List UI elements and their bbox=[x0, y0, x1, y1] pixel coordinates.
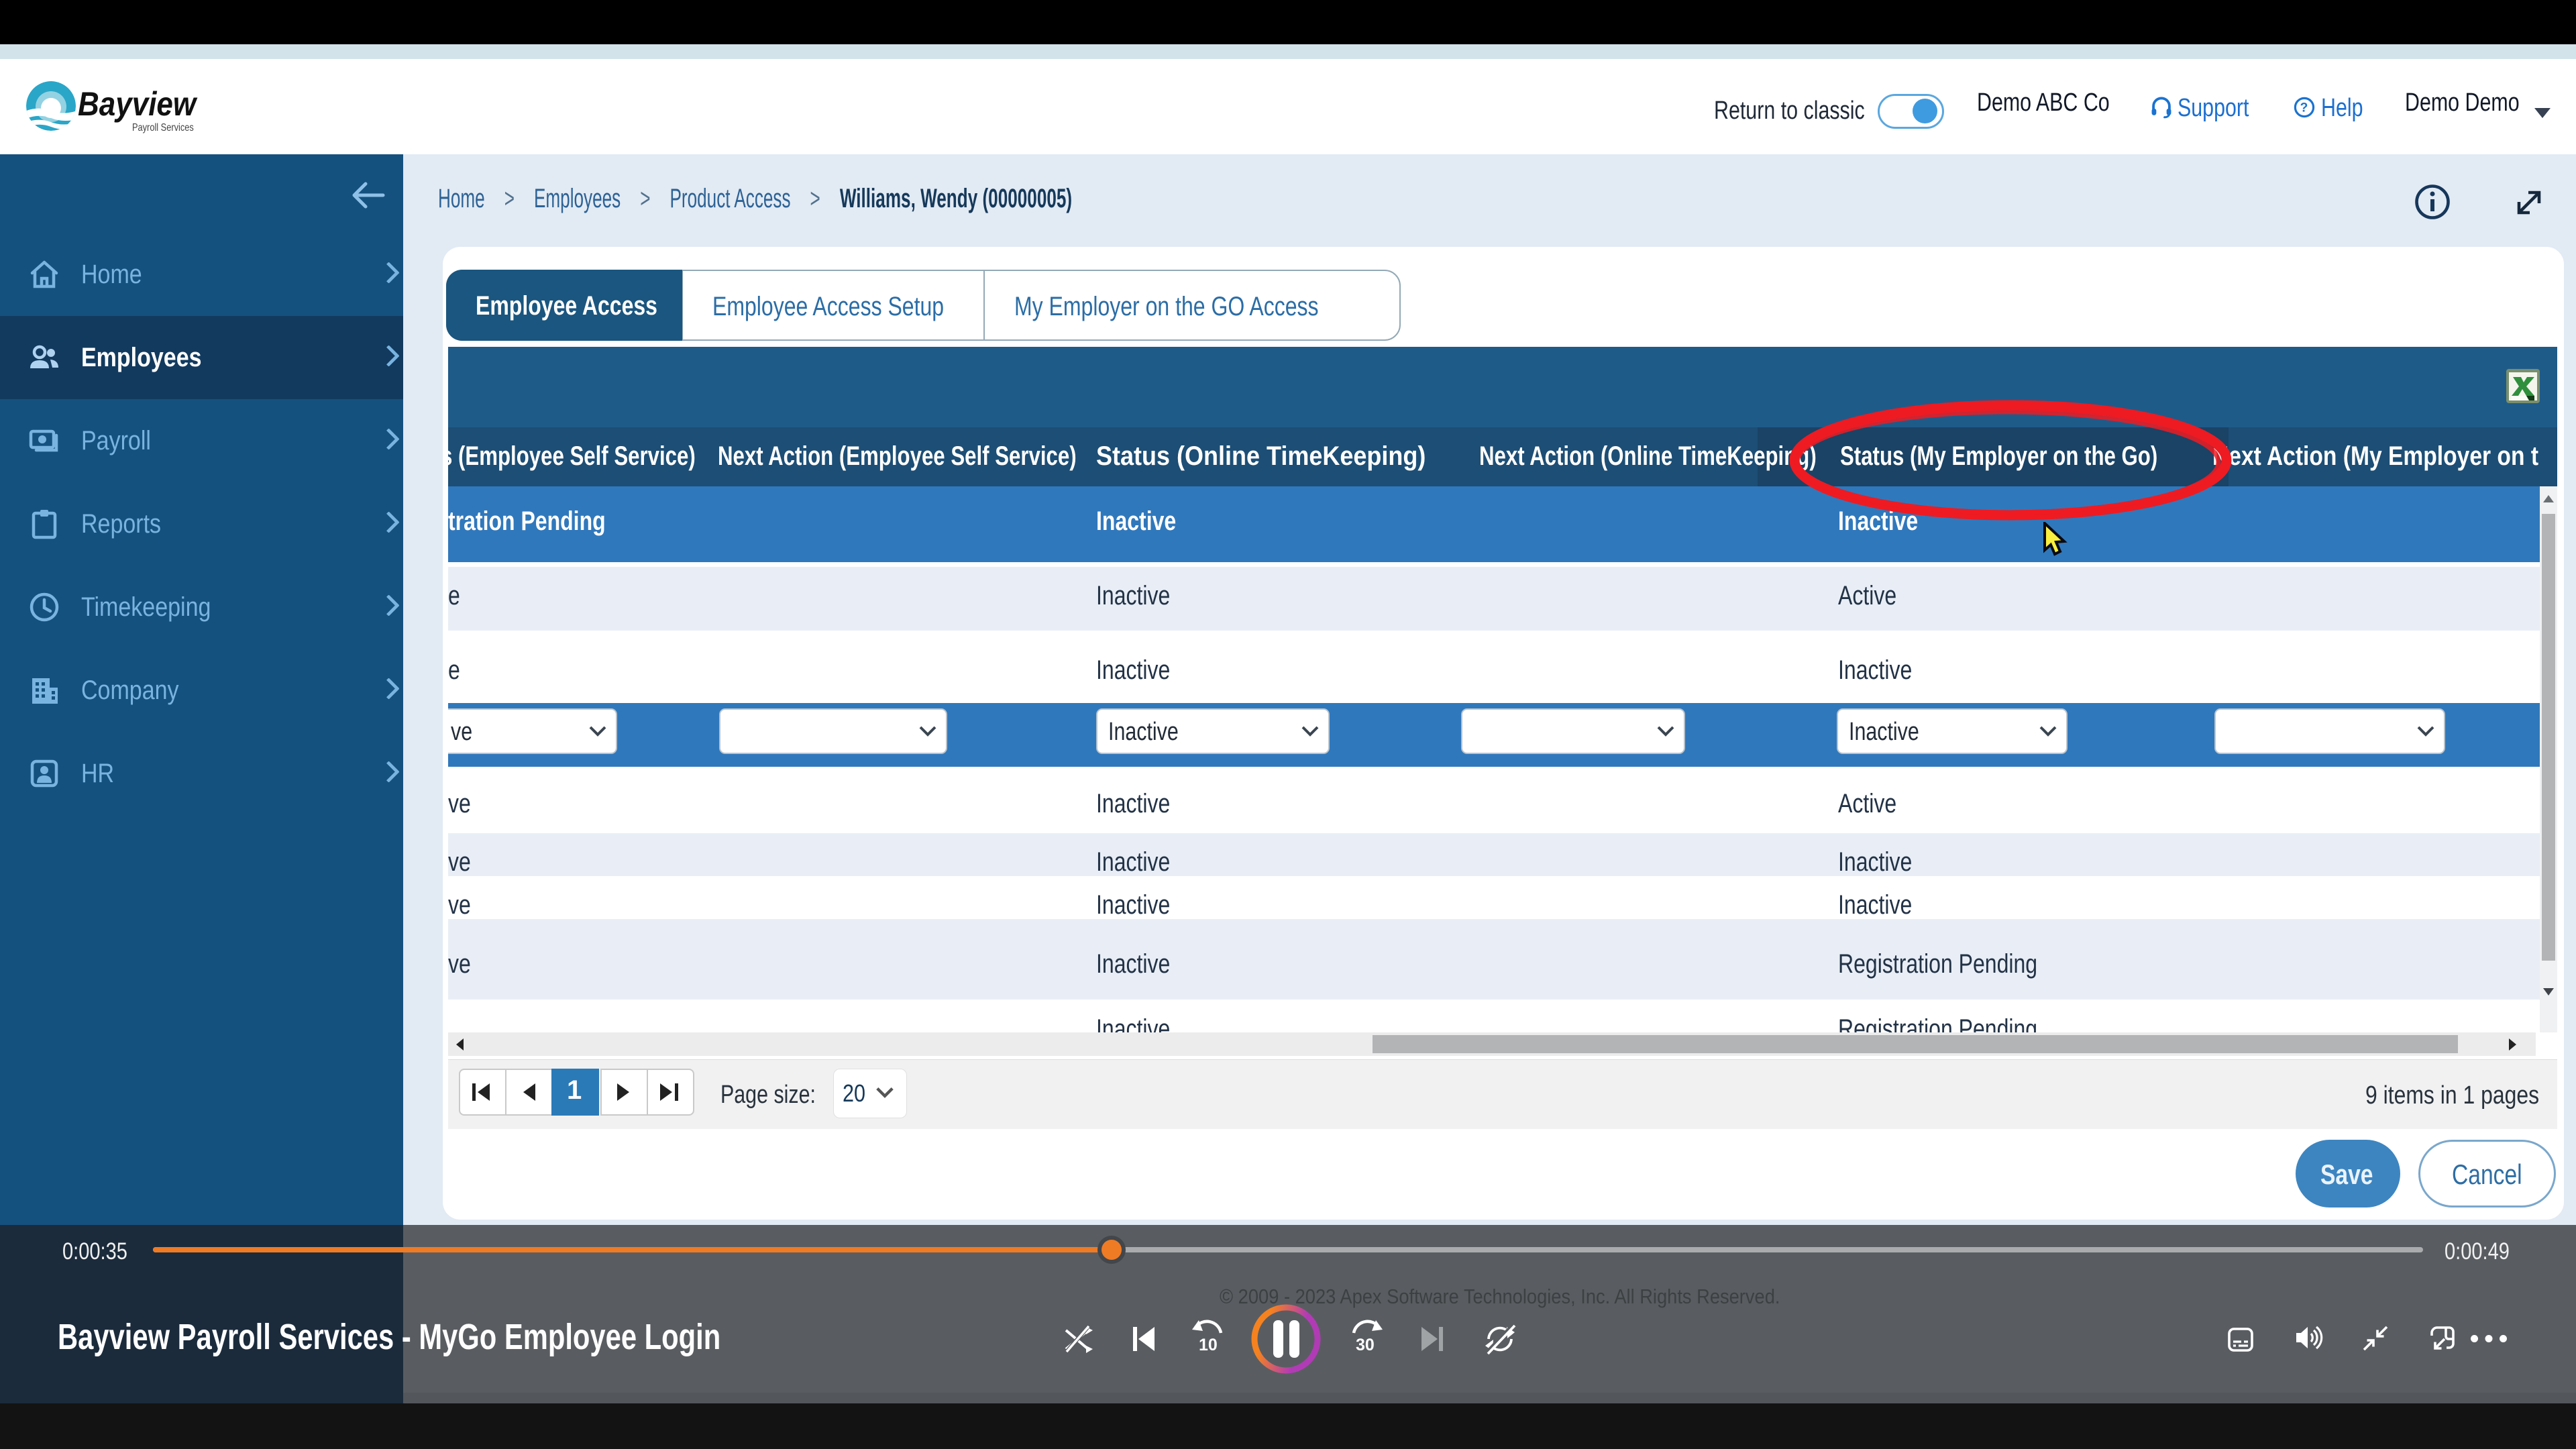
svg-text:10: 10 bbox=[1199, 1336, 1218, 1354]
svg-text:30: 30 bbox=[1356, 1336, 1375, 1354]
svg-text:?: ? bbox=[2300, 101, 2308, 115]
